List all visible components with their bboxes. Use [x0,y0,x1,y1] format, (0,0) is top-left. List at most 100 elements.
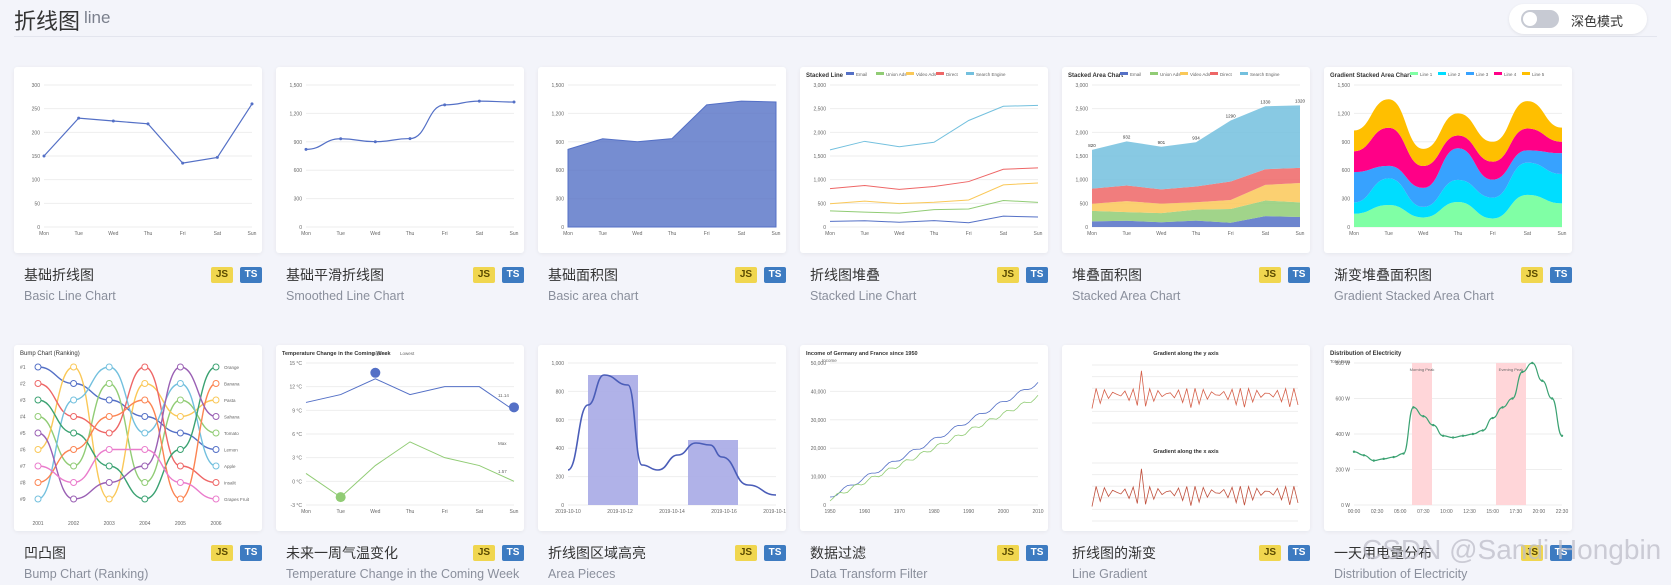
chart-thumbnail[interactable]: Gradient along the y axis Gradient along … [1062,345,1310,531]
data-point [1511,397,1514,400]
series-name: Grapes Fruit [224,497,250,502]
ts-badge[interactable]: TS [1026,267,1048,283]
x-tick-label: Thu [930,231,939,237]
js-badge[interactable]: JS [1259,545,1281,561]
js-badge[interactable]: JS [735,545,757,561]
data-point [373,140,377,144]
chart-card-smooth-line[interactable]: 0 300 600 900 1,200 1,500 Mon Tue Wed Thu Fri Sat Su… [276,67,524,307]
x-tick-label: 2019-10-10 [555,509,581,515]
chart-card-basic-line[interactable]: 0 50 100 150 200 250 300 Mon Tue Wed Thu Fri Sat Sun 基… [14,67,262,307]
chart-card-stacked-area[interactable]: Stacked Area Chart Email Union Ads Video Ad… [1062,67,1310,307]
x-tick-label: Wed [1418,231,1428,237]
js-badge[interactable]: JS [473,267,495,283]
y-tick-label: 1,500 [289,83,302,89]
rank-label: #1 [20,365,26,371]
js-badge[interactable]: JS [1521,267,1543,283]
legend-swatch [1240,72,1248,75]
thumbnail-chart: Income of Germany and France since 1950I… [806,351,1044,515]
thumb-title: Gradient Stacked Area Chart [1330,73,1411,79]
thumbnail-chart: Distribution of ElectricityTotal Data0 W… [1330,351,1568,515]
data-label: 1330 [1260,99,1271,104]
area-fill [567,100,777,228]
chart-thumbnail[interactable]: Bump Chart (Ranking) #1 #2 #3 #4 #5 #6 #7 #8 #9 20… [14,345,262,531]
js-badge[interactable]: JS [997,545,1019,561]
ranking-point [70,462,78,470]
ranking-point [212,363,220,371]
x-tick-label: Fri [1228,231,1234,237]
chart-thumbnail[interactable]: 0 300 600 900 1,200 1,500 Mon Tue Wed Thu Fri Sat Su… [276,67,524,253]
ranking-point [105,380,113,387]
ranking-point [105,446,113,453]
ts-badge[interactable]: TS [764,267,786,283]
ranking-point [70,413,78,420]
chart-thumbnail[interactable]: Gradient Stacked Area Chart Line 1 Line 2 L… [1324,67,1572,253]
y-tick-label: 2,000 [813,130,826,136]
legend-swatch [1180,72,1188,75]
chart-card-bump[interactable]: Bump Chart (Ranking) #1 #2 #3 #4 #5 #6 #7 #8 #9 20… [14,345,262,585]
ts-badge[interactable]: TS [240,545,262,561]
ranking-point [176,380,184,387]
y-tick-label: 200 [556,475,565,481]
chart-card-filter[interactable]: Income of Germany and France since 1950 I… [800,345,1048,585]
ts-badge[interactable]: TS [764,545,786,561]
ranking-point [70,380,78,387]
ranking-point [105,495,113,503]
y-tick-label: 3,000 [1075,83,1088,89]
thumbnail-chart: Stacked Area Chart Email Union Ads Video Ad… [1068,72,1306,237]
dark-mode-toggle[interactable] [1521,10,1559,28]
ts-badge[interactable]: TS [240,267,262,283]
chart-thumbnail[interactable]: Distribution of Electricity Total Data 0 W… [1324,345,1572,531]
chart-thumbnail[interactable]: 0 200 400 600 800 1,000 2019-10-10 2019-10-12 20… [538,345,786,531]
legend-label: Direct [1220,72,1233,77]
x-tick-label: 05:00 [1394,509,1407,515]
x-tick-label: 10:00 [1440,509,1453,515]
dark-mode-switch[interactable]: 深色模式 [1509,4,1647,34]
ranking-point [34,479,42,486]
js-badge[interactable]: JS [997,267,1019,283]
ts-badge[interactable]: TS [1026,545,1048,561]
data-point [1352,450,1356,453]
x-tick-label: 1980 [928,509,939,515]
x-tick-label: 00:00 [1348,509,1361,515]
series-name: Pasta [224,398,236,403]
chart-thumbnail[interactable]: 0 300 600 900 1,200 1,500 Mon Tue Wed Thu Fri Sat Su… [538,67,786,253]
x-tick-label: Sat [1524,231,1532,237]
ts-badge[interactable]: TS [1288,267,1310,283]
y-tick-label: 900 [1342,140,1351,146]
js-badge[interactable]: JS [473,545,495,561]
chart-thumbnail[interactable]: Temperature Change in the Coming Week Hig… [276,345,524,531]
ranking-point [34,363,42,371]
chart-card-gradient-stacked[interactable]: Gradient Stacked Area Chart Line 1 Line 2 L… [1324,67,1572,307]
x-tick-label: 2019-10-12 [607,509,633,515]
min-pin [335,492,346,503]
chart-thumbnail[interactable]: Stacked Area Chart Email Union Ads Video Ad… [1062,67,1310,253]
js-badge[interactable]: JS [1259,267,1281,283]
card-title: 堆叠面积图 [1072,267,1142,283]
x-tick-label: Mon [301,509,311,515]
evening-peak-band [1496,363,1526,505]
chart-card-temperature[interactable]: Temperature Change in the Coming Week Hig… [276,345,524,585]
js-badge[interactable]: JS [211,267,233,283]
chart-thumbnail[interactable]: 0 50 100 150 200 250 300 Mon Tue Wed Thu Fri Sat Sun [14,67,262,253]
chart-card-area-pieces[interactable]: 0 200 400 600 800 1,000 2019-10-10 2019-10-12 20… [538,345,786,585]
y-tick-label: 3,000 [813,83,826,89]
data-point [408,137,412,141]
chart-thumbnail[interactable]: Income of Germany and France since 1950 I… [800,345,1048,531]
ts-badge[interactable]: TS [502,545,524,561]
chart-thumbnail[interactable]: Stacked Line Email Union Ads Video Ads Direc… [800,67,1048,253]
data-point [250,102,254,106]
js-badge[interactable]: JS [211,545,233,561]
ts-badge[interactable]: TS [1550,267,1572,283]
toggle-knob [1523,12,1537,26]
chart-card-stacked-line[interactable]: Stacked Line Email Union Ads Video Ads Direc… [800,67,1048,307]
ts-badge[interactable]: TS [502,267,524,283]
legend-label: Search Engine [1250,72,1280,77]
morning-peak-band [1412,363,1432,505]
data-label: 1290 [1226,114,1237,119]
ts-badge[interactable]: TS [1288,545,1310,561]
js-badge[interactable]: JS [735,267,757,283]
data-point [1382,457,1385,461]
chart-card-area[interactable]: 0 300 600 900 1,200 1,500 Mon Tue Wed Thu Fri Sat Su… [538,67,786,307]
chart-card-line-gradient[interactable]: Gradient along the y axis Gradient along … [1062,345,1310,585]
ranking-point [212,413,220,420]
